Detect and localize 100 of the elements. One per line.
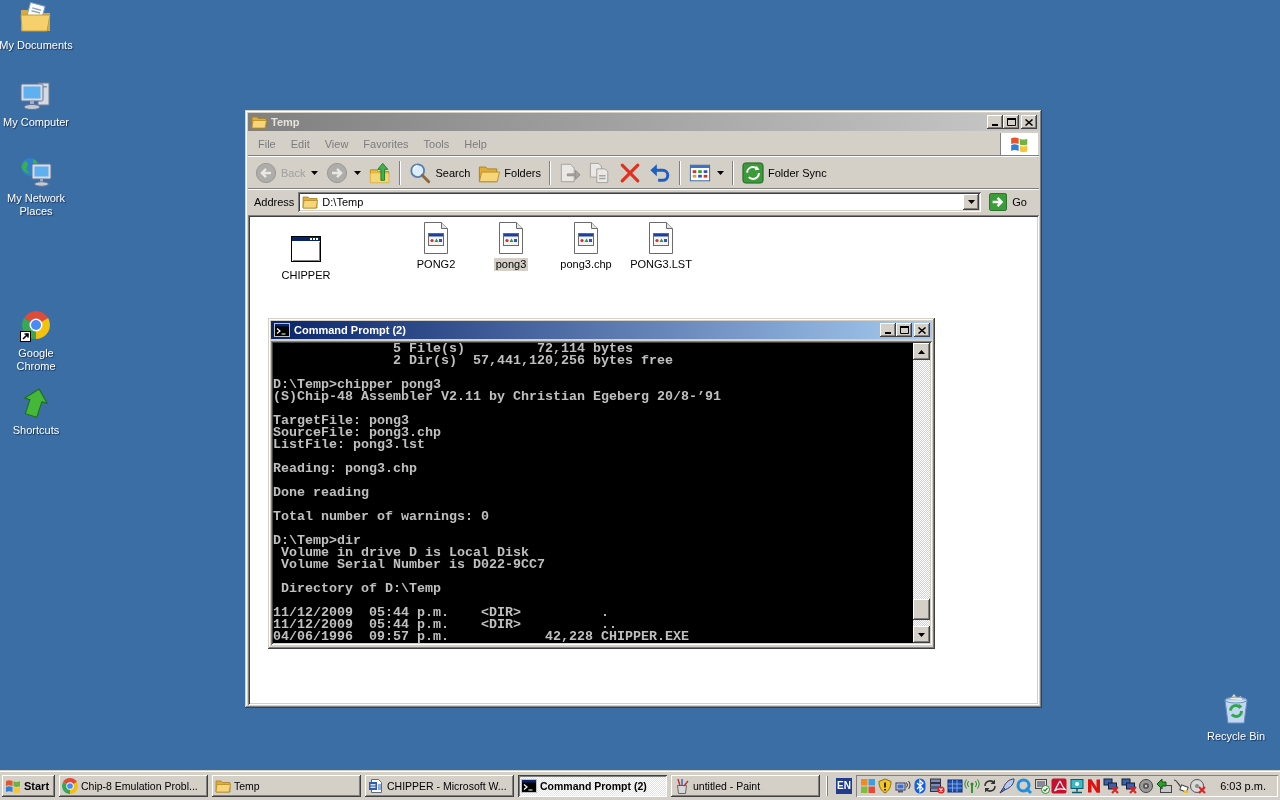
application-window-icon[interactable] bbox=[290, 233, 322, 265]
scroll-up-button[interactable] bbox=[913, 343, 930, 360]
bluetooth-icon[interactable] bbox=[912, 778, 929, 794]
folder-icon bbox=[251, 114, 267, 130]
window-title: Command Prompt (2) bbox=[294, 324, 407, 336]
network-error-icon[interactable] bbox=[1103, 778, 1120, 794]
console-line: Done reading bbox=[273, 487, 370, 499]
close-icon bbox=[1025, 118, 1033, 126]
language-indicator[interactable]: EN bbox=[836, 778, 852, 794]
server-error-icon[interactable] bbox=[929, 778, 946, 794]
shield-icon[interactable] bbox=[877, 778, 894, 794]
scrollbar-thumb[interactable] bbox=[913, 599, 930, 620]
taskbar-button[interactable]: Chip-8 Emulation Probl... bbox=[59, 775, 208, 797]
taskbar-button[interactable]: Command Prompt (2) bbox=[518, 775, 667, 797]
desktop-icon-label[interactable]: Recycle Bin bbox=[1206, 730, 1266, 743]
address-label: Address bbox=[254, 196, 295, 208]
console-line: Reading: pong3.chp bbox=[273, 463, 418, 475]
console-line: (S)Chip-48 Assembler V2.11 by Christian Egeberg 20/8-’91 bbox=[273, 391, 722, 403]
browser-shortcut-icon[interactable] bbox=[20, 310, 52, 342]
folders-button[interactable]: Folders bbox=[475, 160, 544, 186]
window-title: Temp bbox=[271, 116, 301, 128]
console-line: Volume Serial Number is D022-9CC7 bbox=[280, 559, 546, 571]
file-label[interactable]: CHIPPER bbox=[279, 269, 333, 282]
grid-panel-icon[interactable] bbox=[946, 778, 963, 794]
undo-icon bbox=[649, 162, 671, 184]
globe-computer-icon[interactable] bbox=[20, 155, 52, 187]
documents-folder-icon[interactable] bbox=[20, 2, 52, 34]
address-field[interactable]: D:\Temp bbox=[298, 192, 982, 212]
usb-plug-icon[interactable] bbox=[1172, 778, 1189, 794]
triangle-tile-icon[interactable] bbox=[1051, 778, 1068, 794]
folder-sync-button[interactable]: Folder Sync bbox=[739, 160, 830, 186]
console-line: 2 Dir(s) 57,441,120,256 bytes free bbox=[391, 355, 674, 367]
close-icon bbox=[918, 326, 926, 334]
folder-icon bbox=[302, 194, 319, 210]
desktop-icon-label[interactable]: Google Chrome bbox=[0, 347, 74, 373]
console-line: 04/06/1996 09:57 p.m. 42,228 CHIPPER.EXE bbox=[273, 631, 690, 643]
folder-icon bbox=[215, 778, 231, 794]
console-line: TargetFile: pong3 bbox=[273, 415, 409, 427]
network-error-icon[interactable] bbox=[1120, 778, 1137, 794]
paint-brushes-icon bbox=[674, 778, 690, 794]
taskbar-button[interactable]: CHIPPER - Microsoft W... bbox=[365, 775, 514, 797]
console-line: D:\Temp>dir bbox=[273, 535, 361, 547]
minimize-icon bbox=[885, 332, 891, 334]
caret-icon bbox=[354, 171, 362, 175]
clock[interactable]: 6:03 p.m. bbox=[1220, 780, 1266, 792]
console-line: Total number of warnings: 0 bbox=[273, 511, 490, 523]
disk-error-icon[interactable] bbox=[1190, 778, 1207, 794]
waving-flag-icon bbox=[5, 779, 21, 793]
sync-arrows-icon bbox=[742, 162, 764, 184]
console-line: 11/12/2009 05:44 p.m. <DIR> .. bbox=[273, 619, 617, 631]
console-icon bbox=[521, 778, 537, 794]
computer-check-icon[interactable] bbox=[1033, 778, 1050, 794]
console-line: SourceFile: pong3.chp bbox=[273, 427, 442, 439]
console-line: 11/12/2009 05:44 p.m. <DIR> . bbox=[273, 607, 610, 619]
desktop-icon-label[interactable]: Shortcuts bbox=[12, 424, 60, 437]
delete-icon bbox=[619, 162, 641, 184]
document-icon bbox=[368, 778, 384, 794]
minimize-icon bbox=[992, 124, 998, 126]
arrow-device-icon[interactable] bbox=[1155, 778, 1172, 794]
folder-up-arrow-icon bbox=[369, 162, 392, 184]
computer-icon[interactable] bbox=[20, 79, 52, 111]
search-button[interactable]: Search bbox=[406, 160, 474, 186]
circular-arrows-icon[interactable] bbox=[981, 778, 998, 794]
browser-icon bbox=[62, 778, 78, 794]
caret-icon bbox=[967, 200, 975, 204]
caret-icon bbox=[311, 171, 319, 175]
feather-icon[interactable] bbox=[999, 778, 1016, 794]
file-label[interactable]: PONG3.LST bbox=[628, 258, 694, 271]
console-line: Volume in drive D is Local Disk bbox=[281, 547, 529, 559]
dropdown-button[interactable] bbox=[963, 194, 980, 210]
start-button[interactable]: Start bbox=[2, 775, 55, 797]
maximize-icon bbox=[1006, 118, 1016, 126]
views-grid-icon bbox=[689, 162, 711, 184]
up-arrow-icon bbox=[918, 349, 925, 354]
console-line: ListFile: pong3.lst bbox=[273, 439, 425, 451]
disc-icon[interactable] bbox=[1138, 778, 1155, 794]
file-label[interactable]: PONG2 bbox=[414, 258, 458, 271]
desktop-icon-label[interactable]: My Documents bbox=[0, 39, 73, 52]
network-monitor-icon[interactable] bbox=[1068, 778, 1085, 794]
desktop-icon-label[interactable]: My Network Places bbox=[0, 192, 74, 218]
maximize-button[interactable] bbox=[896, 323, 912, 337]
file-label[interactable]: pong3.chp bbox=[558, 258, 614, 271]
console-icon bbox=[274, 322, 290, 338]
file-label[interactable]: pong3 bbox=[493, 258, 529, 271]
desktop-icon-label[interactable]: My Computer bbox=[3, 116, 69, 129]
taskbar-button[interactable]: Temp bbox=[212, 775, 361, 797]
caret-icon bbox=[717, 171, 724, 175]
two-documents-icon bbox=[589, 162, 611, 184]
console-line: 5 File(s) 72,114 bytes bbox=[391, 343, 634, 355]
console-line: Directory of D:\Temp bbox=[280, 583, 442, 595]
console-line: D:\Temp>chipper pong3 bbox=[273, 379, 441, 391]
taskbar-button[interactable]: untitled - Paint bbox=[671, 775, 820, 797]
document-arrow-icon bbox=[559, 162, 581, 184]
go-button[interactable]: Go bbox=[985, 191, 1035, 213]
minimize-button[interactable] bbox=[880, 323, 896, 337]
down-arrow-icon bbox=[918, 632, 925, 637]
scroll-down-button[interactable] bbox=[913, 626, 930, 643]
computer-signal-icon[interactable] bbox=[894, 778, 911, 794]
search-icon bbox=[409, 162, 432, 184]
close-button[interactable] bbox=[914, 323, 930, 337]
